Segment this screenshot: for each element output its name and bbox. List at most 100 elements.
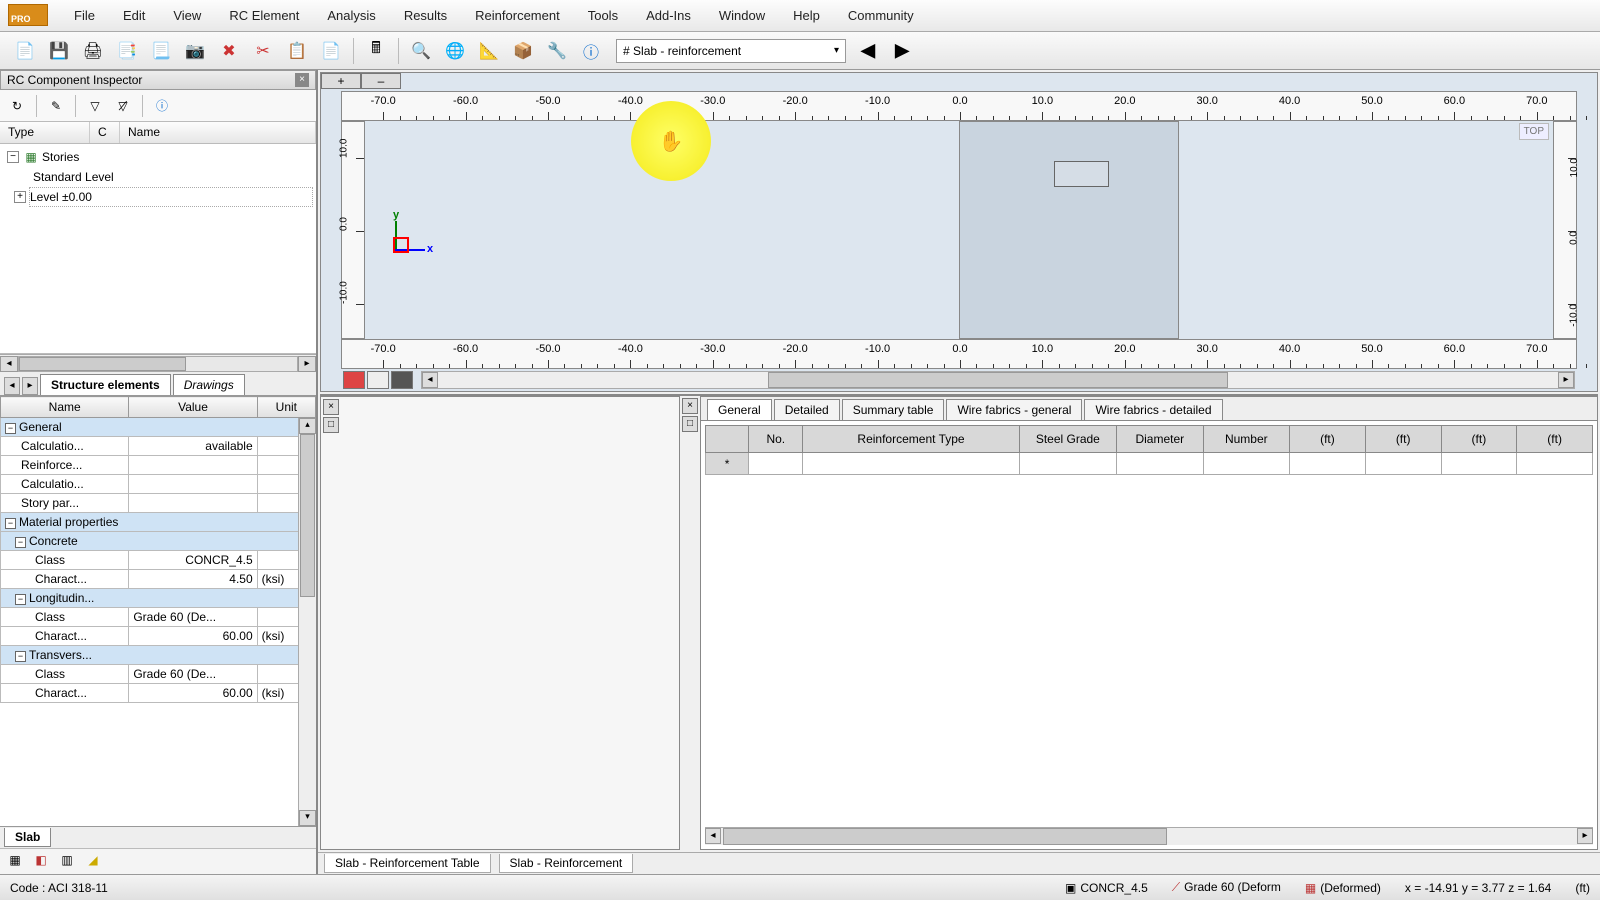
scroll-left-icon[interactable]: ◂ [705,828,721,844]
menu-help[interactable]: Help [779,2,834,29]
scroll-track[interactable] [18,356,298,372]
color-icon[interactable]: ◢ [82,852,104,872]
reinforcement-grid[interactable]: No. Reinforcement Type Steel Grade Diame… [701,421,1597,823]
view-mode-1[interactable] [343,371,365,389]
tab-wire-detailed[interactable]: Wire fabrics - detailed [1084,399,1222,420]
scroll-thumb[interactable] [723,828,1167,845]
scroll-right-icon[interactable]: ▸ [1577,828,1593,844]
prop-value[interactable]: 4.50 [129,570,257,589]
prop-value[interactable] [129,456,257,475]
measure-button[interactable]: 📐 [474,36,504,66]
grid-hscroll[interactable]: ◂ ▸ [705,827,1593,845]
cube-button[interactable]: 📦 [508,36,538,66]
group-material[interactable]: −Material properties [1,513,316,532]
col-steel[interactable]: Steel Grade [1019,426,1116,453]
opening-shape[interactable] [1054,161,1109,187]
tab-structure-elements[interactable]: Structure elements [40,374,171,395]
edit-icon[interactable]: ✎ [45,95,67,117]
menu-community[interactable]: Community [834,2,928,29]
col-type[interactable]: Reinforcement Type [803,426,1019,453]
component-tree[interactable]: − ▦ Stories Standard Level + Level ±0.00 [0,144,316,354]
cut-button[interactable]: ✂ [248,36,278,66]
scroll-down-icon[interactable]: ▾ [299,810,316,826]
prop-value[interactable]: Grade 60 (De... [129,608,257,627]
refresh-icon[interactable]: ↻ [6,95,28,117]
scroll-thumb[interactable] [768,372,1229,388]
scroll-right-icon[interactable]: ▸ [298,356,316,372]
tab-next-icon[interactable]: ▸ [22,377,38,395]
menu-rc-element[interactable]: RC Element [215,2,313,29]
wrench-button[interactable]: 🔧 [542,36,572,66]
subgroup-longitudinal[interactable]: −Longitudin... [1,589,316,608]
viewport-hscroll[interactable]: ◂ ▸ [421,371,1575,389]
close-panel-icon[interactable]: × [682,398,698,414]
doc-tab-table[interactable]: Slab - Reinforcement Table [324,854,491,873]
menu-analysis[interactable]: Analysis [313,2,389,29]
clear-filter-icon[interactable]: ▽̸ [112,95,134,117]
close-inspector-button[interactable]: × [295,73,309,87]
property-grid[interactable]: Name Value Unit −General Calculatio...av… [0,396,316,826]
menu-results[interactable]: Results [390,2,461,29]
tab-wire-general[interactable]: Wire fabrics - general [946,399,1082,420]
menu-tools[interactable]: Tools [574,2,632,29]
scroll-left-icon[interactable]: ◂ [0,356,18,372]
prop-value[interactable]: available [129,437,257,456]
col-no[interactable]: No. [749,426,803,453]
view-mode-3[interactable] [391,371,413,389]
collapse-icon[interactable]: − [7,151,19,163]
new-button[interactable]: 📄 [10,36,40,66]
print-button[interactable]: 🖨 [78,36,108,66]
canvas[interactable]: y x [365,121,1553,339]
scroll-up-icon[interactable]: ▴ [299,418,316,434]
prop-value[interactable]: Grade 60 (De... [129,665,257,684]
slab-shape[interactable] [959,121,1179,339]
preview-button[interactable]: 📑 [112,36,142,66]
prop-value[interactable]: 60.00 [129,684,257,703]
page-button[interactable]: 📃 [146,36,176,66]
filter-icon[interactable]: ▽ [84,95,106,117]
prop-value[interactable]: CONCR_4.5 [129,551,257,570]
scroll-left-icon[interactable]: ◂ [422,372,438,388]
delete-button[interactable]: ✖ [214,36,244,66]
col-ft4[interactable]: (ft) [1517,426,1593,453]
col-number[interactable]: Number [1203,426,1290,453]
element-dropdown[interactable]: # Slab - reinforcement ▾ [616,39,846,63]
diagram-panel[interactable]: × □ [320,396,680,850]
col-ft3[interactable]: (ft) [1441,426,1517,453]
prev-button[interactable]: ◀ [856,39,880,63]
tab-slab[interactable]: Slab [4,828,51,847]
screenshot-button[interactable]: 📷 [180,36,210,66]
copy-button[interactable]: 📋 [282,36,312,66]
globe-button[interactable]: 🌐 [440,36,470,66]
flag-icon[interactable]: ◧ [30,852,52,872]
menu-window[interactable]: Window [705,2,779,29]
tab-summary[interactable]: Summary table [842,399,945,420]
grid-icon[interactable]: ▦ [4,852,26,872]
subgroup-transversal[interactable]: −Transvers... [1,646,316,665]
table-icon[interactable]: ▥ [56,852,78,872]
tab-general[interactable]: General [707,399,772,420]
view-mode-2[interactable] [367,371,389,389]
col-diameter[interactable]: Diameter [1117,426,1204,453]
viewport[interactable]: + – -70.0-60.0-50.0-40.0-30.0-20.0-10.00… [320,72,1598,392]
viewport-minus-tab[interactable]: – [361,73,401,89]
save-button[interactable]: 💾 [44,36,74,66]
viewport-plus-tab[interactable]: + [321,73,361,89]
col-ft1[interactable]: (ft) [1290,426,1366,453]
prop-value[interactable]: 60.00 [129,627,257,646]
tab-detailed[interactable]: Detailed [774,399,840,420]
dock-panel-icon[interactable]: □ [323,417,339,433]
menu-reinforcement[interactable]: Reinforcement [461,2,574,29]
tree-standard-level[interactable]: Standard Level [3,167,313,187]
menu-addins[interactable]: Add-Ins [632,2,705,29]
tree-hscroll[interactable]: ◂ ▸ [0,354,316,372]
info-icon[interactable]: ⓘ [151,95,173,117]
paste-button[interactable]: 📄 [316,36,346,66]
tab-prev-icon[interactable]: ◂ [4,377,20,395]
tab-drawings[interactable]: Drawings [173,374,245,395]
dock-panel-icon[interactable]: □ [682,416,698,432]
prop-value[interactable] [129,475,257,494]
close-panel-icon[interactable]: × [323,399,339,415]
zoom-button[interactable]: 🔍 [406,36,436,66]
col-ft2[interactable]: (ft) [1365,426,1441,453]
